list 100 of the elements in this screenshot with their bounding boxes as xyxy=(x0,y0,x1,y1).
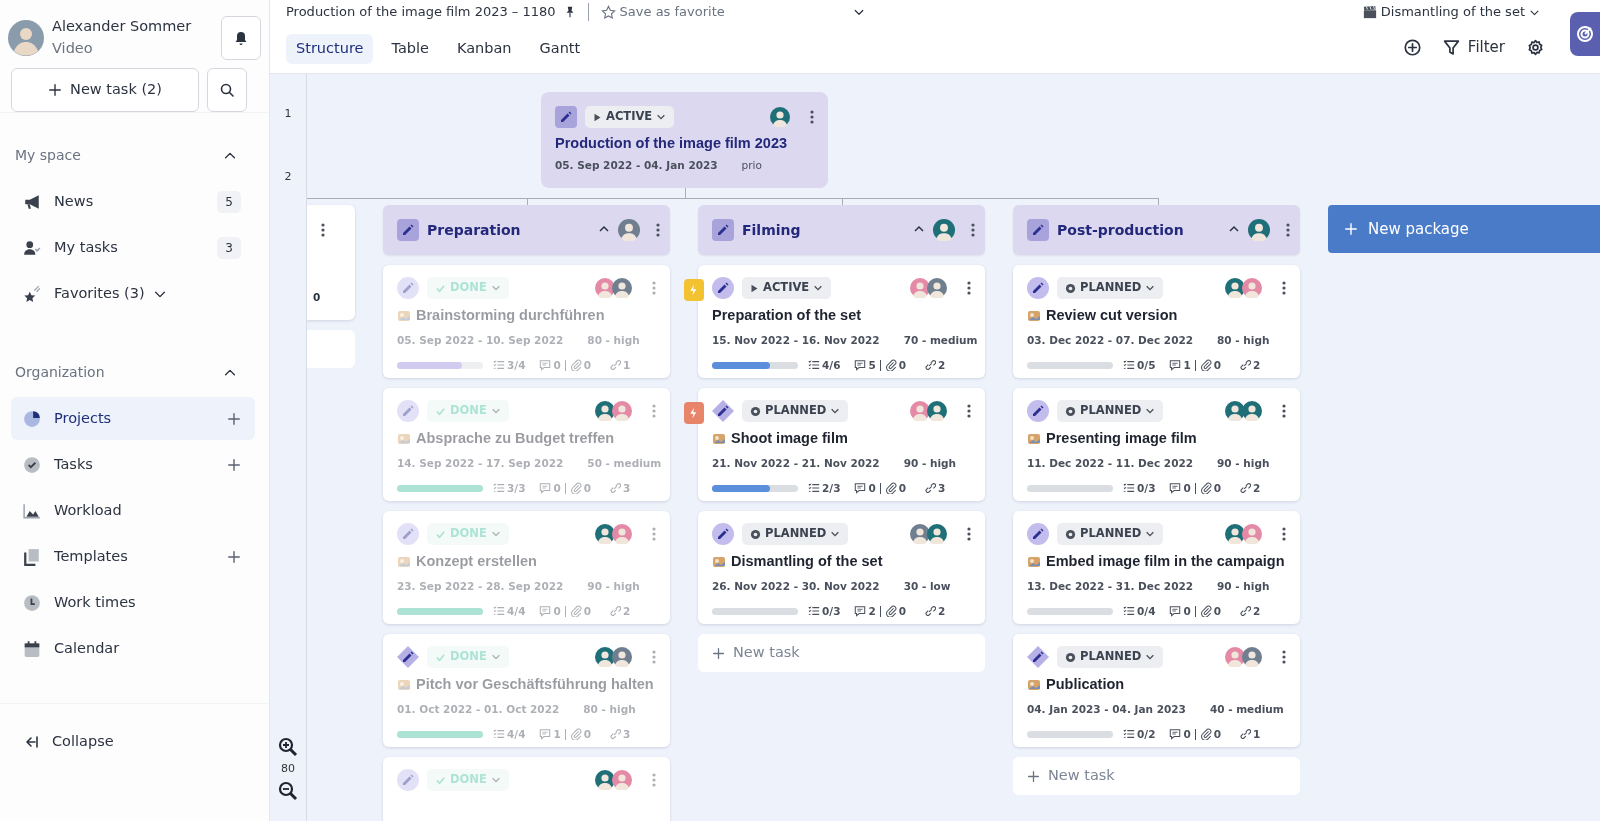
plus-icon[interactable] xyxy=(227,457,241,472)
search-button[interactable] xyxy=(207,68,247,112)
task-card[interactable]: PLANNED Review cut version 03. Dec 2022 - 07. Dec 2022 80 - high 0/5 1 0 2 xyxy=(1013,265,1300,378)
status-dropdown[interactable]: PLANNED xyxy=(1057,277,1164,299)
more-icon[interactable] xyxy=(1282,527,1286,541)
chevron-down-icon xyxy=(1145,652,1156,662)
link-count: 2 xyxy=(1253,603,1261,619)
filter-icon xyxy=(1442,38,1460,56)
collapse-button[interactable]: Collapse xyxy=(11,720,255,763)
more-icon[interactable] xyxy=(967,527,971,541)
more-icon[interactable] xyxy=(971,223,975,237)
count-badge: 5 xyxy=(217,190,241,213)
more-icon[interactable] xyxy=(321,223,325,237)
new-package-button[interactable]: New package xyxy=(1328,205,1600,253)
edit-icon[interactable] xyxy=(1027,400,1049,422)
edit-icon[interactable] xyxy=(397,219,419,241)
sidebar-item[interactable]: Tasks xyxy=(11,443,255,486)
sidebar-item[interactable]: Workload xyxy=(11,489,255,532)
sidebar-item[interactable]: News 5 xyxy=(11,180,255,223)
subtask-count: 4/4 xyxy=(507,726,526,742)
plus-icon[interactable] xyxy=(227,411,241,426)
task-card[interactable]: PLANNED Shoot image film 21. Nov 2022 - 21. Nov 2022 90 - high 2/3 0 0 3 xyxy=(698,388,985,501)
subtask-count: 4/6 xyxy=(822,357,841,373)
project-node[interactable]: ACTIVE Production of the image film 2023 05. Sep 2022 - 04. Jan 2023 prio xyxy=(541,92,828,188)
check-icon xyxy=(435,651,446,663)
more-icon[interactable] xyxy=(1282,404,1286,418)
edit-icon[interactable] xyxy=(712,523,734,545)
filter-button[interactable]: Filter xyxy=(1442,36,1505,59)
new-task-button[interactable]: New task xyxy=(698,634,985,672)
attachment-count: 0 xyxy=(583,603,592,619)
attachment-count: 0 xyxy=(898,357,907,373)
add-icon[interactable] xyxy=(1403,38,1421,56)
status-dropdown[interactable]: PLANNED xyxy=(742,523,849,545)
more-icon[interactable] xyxy=(1282,650,1286,664)
status-dropdown[interactable]: PLANNED xyxy=(1057,523,1164,545)
more-icon[interactable] xyxy=(1286,223,1290,237)
edit-icon[interactable] xyxy=(1027,523,1049,545)
priority-label: 70 - medium xyxy=(903,332,978,348)
app-button[interactable] xyxy=(1570,12,1600,56)
more-icon[interactable] xyxy=(1282,281,1286,295)
view-tab[interactable]: Gantt xyxy=(529,34,591,64)
sidebar-item[interactable]: Projects xyxy=(11,397,255,440)
status-dropdown[interactable]: ACTIVE xyxy=(742,277,832,299)
comment-count: 0 xyxy=(1183,726,1191,742)
plus-icon[interactable] xyxy=(227,549,241,564)
new-task-button[interactable]: New task xyxy=(1013,757,1300,795)
more-icon[interactable] xyxy=(656,223,660,237)
link-count: 1 xyxy=(623,357,631,373)
task-card[interactable]: ACTIVE Preparation of the set 15. Nov 2022 - 16. Nov 2022 70 - medium 4/6 5 0 2 xyxy=(698,265,985,378)
subtask-count: 3/3 xyxy=(507,480,526,496)
link-icon xyxy=(1239,482,1252,495)
view-tab[interactable]: Kanban xyxy=(446,34,522,64)
edit-icon[interactable] xyxy=(1027,646,1049,668)
play-icon xyxy=(593,111,602,123)
sidebar-item[interactable]: My tasks 3 xyxy=(11,226,255,269)
comment-count: 0 xyxy=(553,603,561,619)
sidebar-item[interactable]: Work times xyxy=(11,581,255,624)
new-task-button[interactable]: New task (2) xyxy=(11,68,199,112)
zoom-in-icon[interactable] xyxy=(278,736,298,757)
notifications-button[interactable] xyxy=(221,16,261,60)
edit-icon[interactable] xyxy=(1027,277,1049,299)
sidebar-item[interactable]: Templates xyxy=(11,535,255,578)
status-dropdown[interactable]: PLANNED xyxy=(1057,646,1164,668)
current-task-selector[interactable]: Dismantling of the set xyxy=(1362,0,1540,24)
edit-icon[interactable] xyxy=(712,219,734,241)
paperclip-icon xyxy=(884,359,897,372)
view-tab[interactable]: Table xyxy=(381,34,439,64)
edit-icon[interactable] xyxy=(712,400,734,422)
status-dropdown[interactable]: PLANNED xyxy=(742,400,849,422)
view-tab[interactable]: Structure xyxy=(286,34,374,64)
status-dropdown[interactable]: PLANNED xyxy=(1057,400,1164,422)
more-icon[interactable] xyxy=(967,404,971,418)
task-card[interactable]: PLANNED Dismantling of the set 26. Nov 2022 - 30. Nov 2022 30 - low 0/3 2 0 2 xyxy=(698,511,985,624)
zoom-out-icon[interactable] xyxy=(278,781,298,801)
pie-chart-icon xyxy=(23,409,41,428)
comment-count: 0 xyxy=(868,480,876,496)
checklist-icon xyxy=(1123,728,1135,741)
subtask-count: 4/4 xyxy=(507,603,526,619)
edit-icon[interactable] xyxy=(1027,219,1049,241)
edit-icon[interactable] xyxy=(397,646,419,668)
edit-icon[interactable] xyxy=(712,277,734,299)
task-card[interactable]: PLANNED Presenting image film 11. Dec 2022 - 11. Dec 2022 90 - high 0/3 0 0 2 xyxy=(1013,388,1300,501)
settings-icon[interactable] xyxy=(1527,38,1544,56)
status-dropdown[interactable]: ACTIVE xyxy=(585,106,675,128)
attachment-count: 0 xyxy=(1213,726,1222,742)
edit-icon[interactable] xyxy=(555,106,577,128)
task-card[interactable]: PLANNED Publication 04. Jan 2023 - 04. Jan 2023 40 - medium 0/2 0 0 1 xyxy=(1013,634,1300,747)
comment-count: 0 xyxy=(1183,603,1191,619)
more-icon[interactable] xyxy=(810,110,814,124)
documents-icon xyxy=(23,547,41,566)
task-card[interactable]: PLANNED Embed image film in the campaign 13. Dec 2022 - 31. Dec 2022 90 - high 0/4 0 0 2 xyxy=(1013,511,1300,624)
link-icon xyxy=(924,482,937,495)
comment-icon xyxy=(539,605,552,618)
chevron-down-icon xyxy=(490,652,501,662)
sidebar-item[interactable]: Calendar xyxy=(11,627,255,670)
paperclip-icon xyxy=(569,728,582,741)
priority-label: 40 - medium xyxy=(1209,701,1284,717)
more-icon[interactable] xyxy=(967,281,971,295)
sidebar-item[interactable]: Favorites (3) xyxy=(11,272,255,315)
favorite-button[interactable]: Save as favorite xyxy=(600,2,725,22)
